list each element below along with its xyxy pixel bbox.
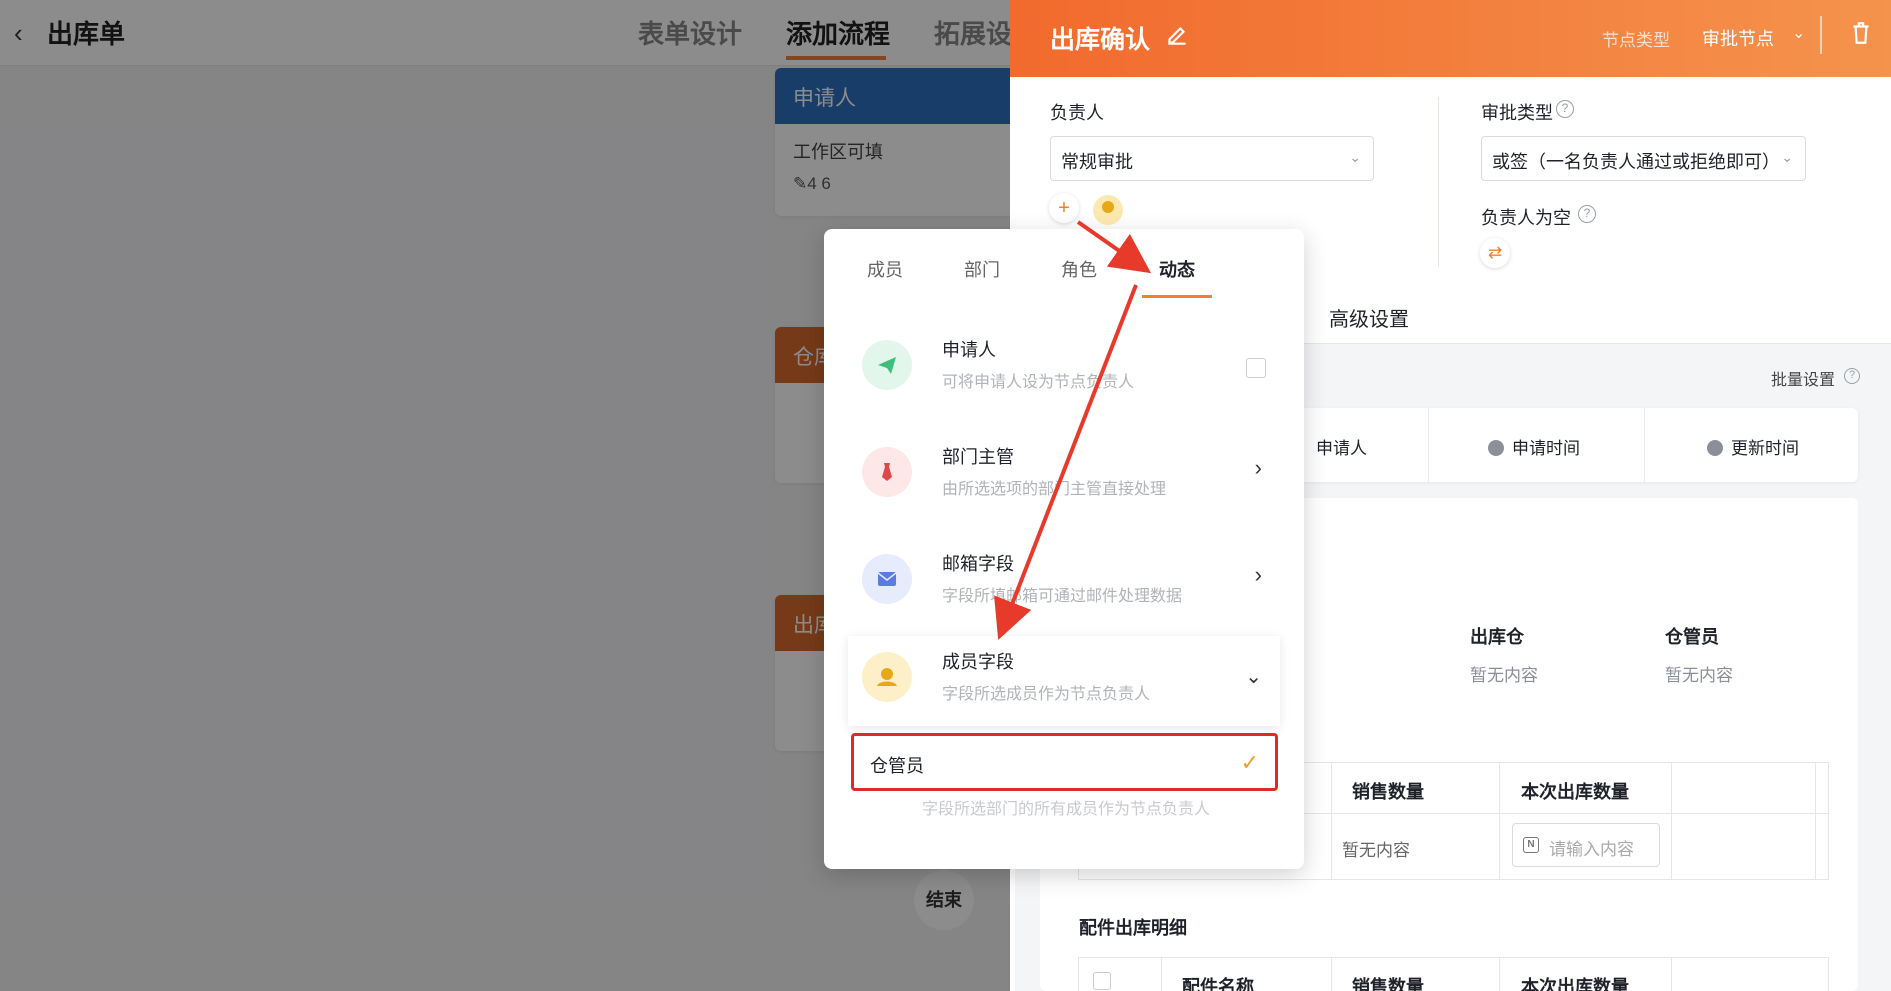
number-icon: N bbox=[1523, 837, 1539, 853]
field-value-warehouse: 暂无内容 bbox=[1470, 666, 1538, 685]
checkmark-icon: ✓ bbox=[1240, 750, 1259, 775]
option-checkbox[interactable] bbox=[1246, 358, 1266, 378]
section-title-parts: 配件出库明细 bbox=[1079, 918, 1187, 938]
option-desc: 字段所填邮箱可通过邮件处理数据 bbox=[942, 588, 1183, 605]
option-member-field[interactable]: 成员字段 字段所选成员作为节点负责人 ⌄ bbox=[848, 636, 1280, 726]
edit-icon[interactable] bbox=[1164, 22, 1190, 48]
field-applicant[interactable]: 申请人 bbox=[1316, 434, 1367, 459]
table-header: 本次出库数量 bbox=[1521, 977, 1629, 991]
node-type-label: 节点类型 bbox=[1602, 31, 1670, 50]
column-separator bbox=[1644, 408, 1645, 482]
option-applicant[interactable]: 申请人 可将申请人设为节点负责人 bbox=[848, 324, 1280, 414]
column-separator bbox=[1428, 408, 1429, 482]
drawer-header: 出库确认 节点类型 审批节点 ⌄ bbox=[1010, 0, 1891, 77]
table-header: 配件名称 bbox=[1182, 977, 1254, 991]
header-divider bbox=[1820, 16, 1822, 54]
field-value-keeper: 暂无内容 bbox=[1665, 666, 1733, 685]
select-all-checkbox[interactable] bbox=[1093, 972, 1111, 990]
approve-type-label: 审批类型 bbox=[1481, 103, 1553, 123]
add-owner-button[interactable]: + bbox=[1049, 193, 1079, 223]
quantity-input[interactable]: N 请输入内容 bbox=[1512, 823, 1660, 867]
option-desc: 字段所选成员作为节点负责人 bbox=[942, 686, 1151, 703]
owner-type-select[interactable]: 常规审批 ⌄ bbox=[1050, 136, 1374, 181]
active-tab-underline bbox=[1142, 295, 1212, 298]
option-email-field[interactable]: 邮箱字段 字段所填邮箱可通过邮件处理数据 › bbox=[848, 538, 1280, 628]
option-title: 邮箱字段 bbox=[942, 554, 1014, 574]
chevron-down-icon[interactable]: ⌄ bbox=[1792, 23, 1805, 43]
user-avatar-icon[interactable] bbox=[1093, 195, 1123, 225]
table-header: 销售数量 bbox=[1352, 782, 1424, 802]
clock-icon bbox=[1707, 440, 1723, 456]
option-desc: 由所选选项的部门主管直接处理 bbox=[942, 481, 1167, 498]
chevron-down-icon: ⌄ bbox=[1245, 666, 1262, 688]
paper-plane-icon bbox=[862, 340, 912, 390]
mail-icon bbox=[862, 554, 912, 604]
tab-departments[interactable]: 部门 bbox=[964, 256, 1000, 282]
option-desc: 可将申请人设为节点负责人 bbox=[942, 374, 1135, 391]
chevron-down-icon: ⌄ bbox=[1781, 149, 1793, 165]
empty-owner-label: 负责人为空 bbox=[1481, 208, 1571, 228]
drawer-title: 出库确认 bbox=[1050, 26, 1151, 54]
tab-advanced-settings[interactable]: 高级设置 bbox=[1329, 303, 1409, 332]
approve-type-select[interactable]: 或签（一名负责人通过或拒绝即可） ⌄ bbox=[1481, 136, 1806, 181]
node-type-select[interactable]: 审批节点 bbox=[1702, 25, 1774, 51]
batch-settings-link[interactable]: 批量设置 bbox=[1771, 366, 1835, 390]
tab-roles[interactable]: 角色 bbox=[1061, 256, 1097, 282]
owner-label: 负责人 bbox=[1050, 103, 1104, 123]
sub-option-warehouse-keeper[interactable]: 仓管员 ✓ bbox=[851, 733, 1278, 791]
field-update-time[interactable]: 更新时间 bbox=[1707, 434, 1799, 459]
trash-icon[interactable] bbox=[1850, 20, 1872, 46]
table-cell: 暂无内容 bbox=[1342, 841, 1410, 860]
user-icon bbox=[862, 652, 912, 702]
help-icon[interactable]: ? bbox=[1556, 100, 1574, 118]
tie-icon bbox=[862, 447, 912, 497]
swap-icon[interactable]: ⇄ bbox=[1480, 238, 1510, 268]
field-label-warehouse: 出库仓 bbox=[1470, 627, 1524, 647]
chevron-right-icon: › bbox=[1254, 562, 1262, 587]
chevron-down-icon: ⌄ bbox=[1349, 149, 1361, 165]
option-title: 部门主管 bbox=[942, 447, 1014, 467]
tab-members[interactable]: 成员 bbox=[867, 256, 903, 282]
option-title: 申请人 bbox=[942, 340, 996, 360]
option-dept-manager[interactable]: 部门主管 由所选选项的部门主管直接处理 › bbox=[848, 431, 1280, 521]
chevron-right-icon: › bbox=[1254, 455, 1262, 480]
option-title: 成员字段 bbox=[942, 652, 1014, 672]
clock-icon bbox=[1488, 440, 1504, 456]
help-icon[interactable]: ? bbox=[1578, 205, 1596, 223]
vertical-divider bbox=[1438, 97, 1439, 267]
field-label-keeper: 仓管员 bbox=[1665, 627, 1719, 647]
help-icon[interactable]: ? bbox=[1844, 368, 1860, 384]
option-desc-dept-field: 字段所选部门的所有成员作为节点负责人 bbox=[922, 801, 1211, 818]
tab-dynamic[interactable]: 动态 bbox=[1159, 256, 1195, 282]
sub-option-label: 仓管员 bbox=[870, 756, 924, 776]
table-header: 销售数量 bbox=[1352, 977, 1424, 991]
field-apply-time[interactable]: 申请时间 bbox=[1488, 434, 1580, 459]
table-header: 本次出库数量 bbox=[1521, 782, 1629, 802]
